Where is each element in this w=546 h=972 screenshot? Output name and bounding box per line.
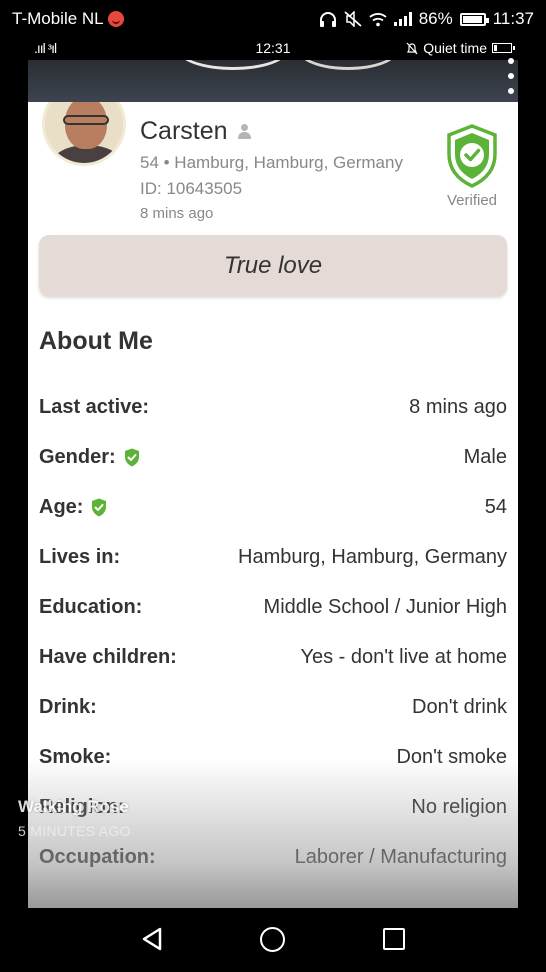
about-me-heading: About Me [39,327,153,355]
profile-last-seen: 8 mins ago [140,205,214,222]
row-label: Lives in: [39,546,120,569]
about-row-lives-in: Lives in: Hamburg, Hamburg, Germany [39,532,507,582]
avatar[interactable] [42,102,126,166]
outer-status-bar: T-Mobile NL 86% 11:37 [0,0,546,38]
inner-status-bar: .ııl ᵌıl 12:31 Quiet time [28,38,518,60]
wifi-icon [369,12,387,26]
profile-name-text: Carsten [140,117,228,145]
row-label-text: Gender: [39,445,116,468]
row-value: Don't drink [412,695,507,718]
recent-apps-icon[interactable] [383,928,405,950]
inner-battery-fill [494,45,497,51]
row-label: Education: [39,596,142,619]
row-label-text: Smoke: [39,745,112,768]
carrier: T-Mobile NL [12,9,124,29]
battery-percent: 86% [418,9,453,28]
row-value: 8 mins ago [409,395,507,418]
row-label-text: Lives in: [39,545,121,568]
tagline-text: True love [223,251,323,279]
row-value: Don't smoke [396,745,507,768]
row-value: 54 [484,495,507,518]
back-icon[interactable] [141,927,163,951]
battery-icon [459,12,489,26]
row-value: Yes - don't live at home [300,645,507,668]
about-row-age: Age: 54 [39,482,507,532]
more-options-icon[interactable] [506,58,516,94]
mute-icon [344,11,362,27]
row-label-text: Drink: [39,695,97,718]
carrier-label: T-Mobile NL [12,9,104,28]
profile-location: 54 • Hamburg, Hamburg, Germany [140,153,403,172]
row-label-text: Age: [39,495,84,518]
avatar-face [65,102,107,149]
row-value: Hamburg, Hamburg, Germany [238,545,507,568]
about-row-smoke: Smoke: Don't smoke [39,732,507,782]
row-value: Laborer / Manufacturing [294,845,507,868]
quiet-time: Quiet time [406,40,515,56]
outer-clock: 11:37 [492,9,534,28]
outer-status-right: 86% 11:37 [319,9,534,29]
verified-shield-icon[interactable] [446,124,498,188]
inner-battery-icon [492,43,515,53]
person-icon [237,123,251,140]
row-label: Occupation: [39,846,156,869]
overlay-author: Walking Rose [18,797,129,816]
about-row-gender: Gender: Male [39,432,507,482]
avatar-glasses [63,115,109,125]
headphones-icon [319,12,336,27]
row-label-text: Last active: [39,395,150,418]
home-icon[interactable] [260,927,285,952]
verified-label: Verified [446,192,498,209]
cover-photo-detail [178,60,288,70]
signal-icon [393,12,412,26]
profile-card: Carsten 54 • Hamburg, Hamburg, Germany I… [28,102,518,908]
about-row-children: Have children: Yes - don't live at home [39,632,507,682]
quiet-time-label: Quiet time [423,40,487,56]
row-label-text: Education: [39,595,143,618]
profile-id: ID: 10643505 [140,179,243,198]
row-label-text: Have children: [39,645,177,668]
profile-name: Carsten [140,117,251,146]
navigation-bar [0,908,546,972]
about-row-occupation: Occupation: Laborer / Manufacturing [39,832,507,882]
row-value: Middle School / Junior High [263,595,507,618]
row-label: Have children: [39,646,177,669]
row-value: Male [463,445,507,468]
overlay-timestamp: 5 MINUTES AGO [18,823,131,839]
row-label: Age: [39,496,107,519]
battery-fill [462,15,482,23]
tagline-box: True love [39,235,507,296]
row-label: Drink: [39,696,97,719]
bell-off-icon [406,42,418,54]
row-label: Smoke: [39,746,111,769]
verified-badge-icon [92,498,107,516]
row-label: Last active: [39,396,149,419]
cover-photo-detail [298,60,398,70]
row-label-text: Occupation: [39,845,156,868]
about-row-last-active: Last active: 8 mins ago [39,382,507,432]
cover-photo [28,60,518,102]
row-value: No religion [411,795,507,818]
verified-badge-icon [124,448,139,466]
about-row-education: Education: Middle School / Junior High [39,582,507,632]
about-row-drink: Drink: Don't drink [39,682,507,732]
row-label: Gender: [39,446,140,469]
emoji-icon [107,11,124,27]
